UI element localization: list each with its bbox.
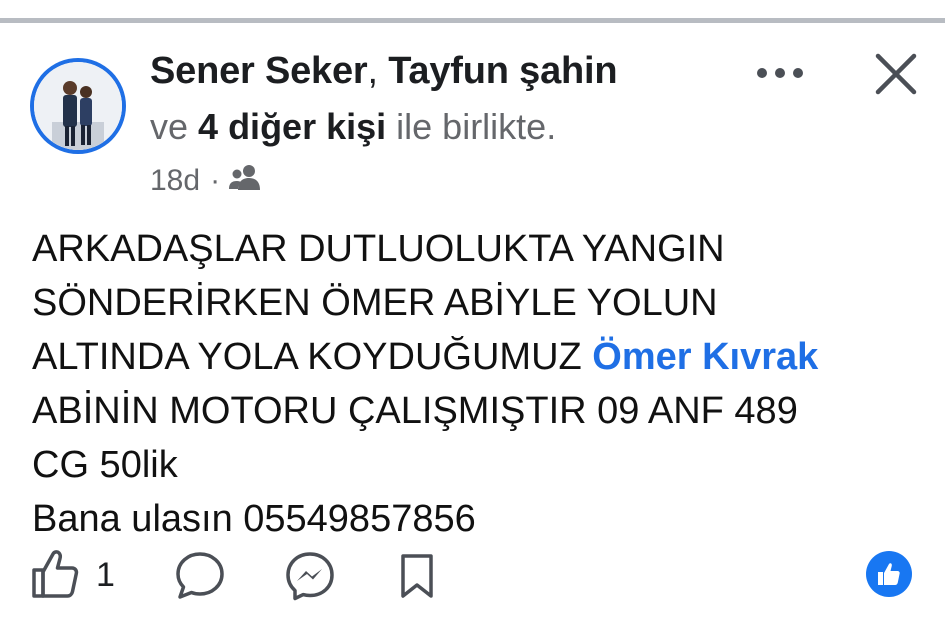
tagged-with-line: ve 4 diğer kişi ile birlikte.	[150, 106, 556, 148]
post-body: ARKADAŞLAR DUTLUOLUKTA YANGIN SÖNDERİRKE…	[32, 222, 932, 546]
with-suffix: ile birlikte.	[396, 106, 557, 147]
mention-link[interactable]: Ömer Kıvrak	[592, 336, 818, 378]
post-line: SÖNDERİRKEN ÖMER ABİYLE YOLUN	[32, 282, 718, 324]
with-others-link[interactable]: 4 diğer kişi	[198, 106, 386, 147]
avatar-photo	[34, 62, 122, 150]
action-bar: 1	[0, 548, 945, 608]
like-count[interactable]: 1	[96, 556, 115, 595]
friends-icon[interactable]	[228, 162, 264, 200]
more-options-icon[interactable]	[752, 58, 808, 88]
post-line: Bana ulasın 05549857856	[32, 498, 476, 540]
like-icon[interactable]	[30, 548, 80, 605]
post-meta: 18d ·	[150, 162, 264, 200]
close-icon[interactable]	[872, 50, 920, 98]
post-line: ALTINDA YOLA KOYDUĞUMUZ Ömer Kıvrak	[32, 330, 932, 384]
messenger-icon[interactable]	[284, 550, 336, 607]
post-line: ABİNİN MOTORU ÇALIŞMIŞTIR 09 ANF 489	[32, 390, 798, 432]
post-timestamp[interactable]: 18d	[150, 164, 200, 198]
post-line: ARKADAŞLAR DUTLUOLUKTA YANGIN	[32, 228, 725, 270]
post-authors: Sener Seker, Tayfun şahin	[150, 50, 618, 93]
meta-dot: ·	[210, 164, 221, 197]
top-divider	[0, 18, 945, 23]
like-reaction-icon[interactable]	[866, 551, 912, 597]
author-separator: ,	[367, 50, 379, 92]
comment-icon[interactable]	[174, 550, 226, 605]
post-line: CG 50lik	[32, 444, 178, 486]
avatar[interactable]	[30, 58, 126, 154]
save-icon[interactable]	[398, 552, 436, 605]
author-primary[interactable]: Sener Seker	[150, 50, 368, 92]
post-line-text: ALTINDA YOLA KOYDUĞUMUZ	[32, 336, 593, 378]
with-prefix: ve	[150, 106, 189, 147]
author-secondary[interactable]: Tayfun şahin	[388, 50, 617, 92]
